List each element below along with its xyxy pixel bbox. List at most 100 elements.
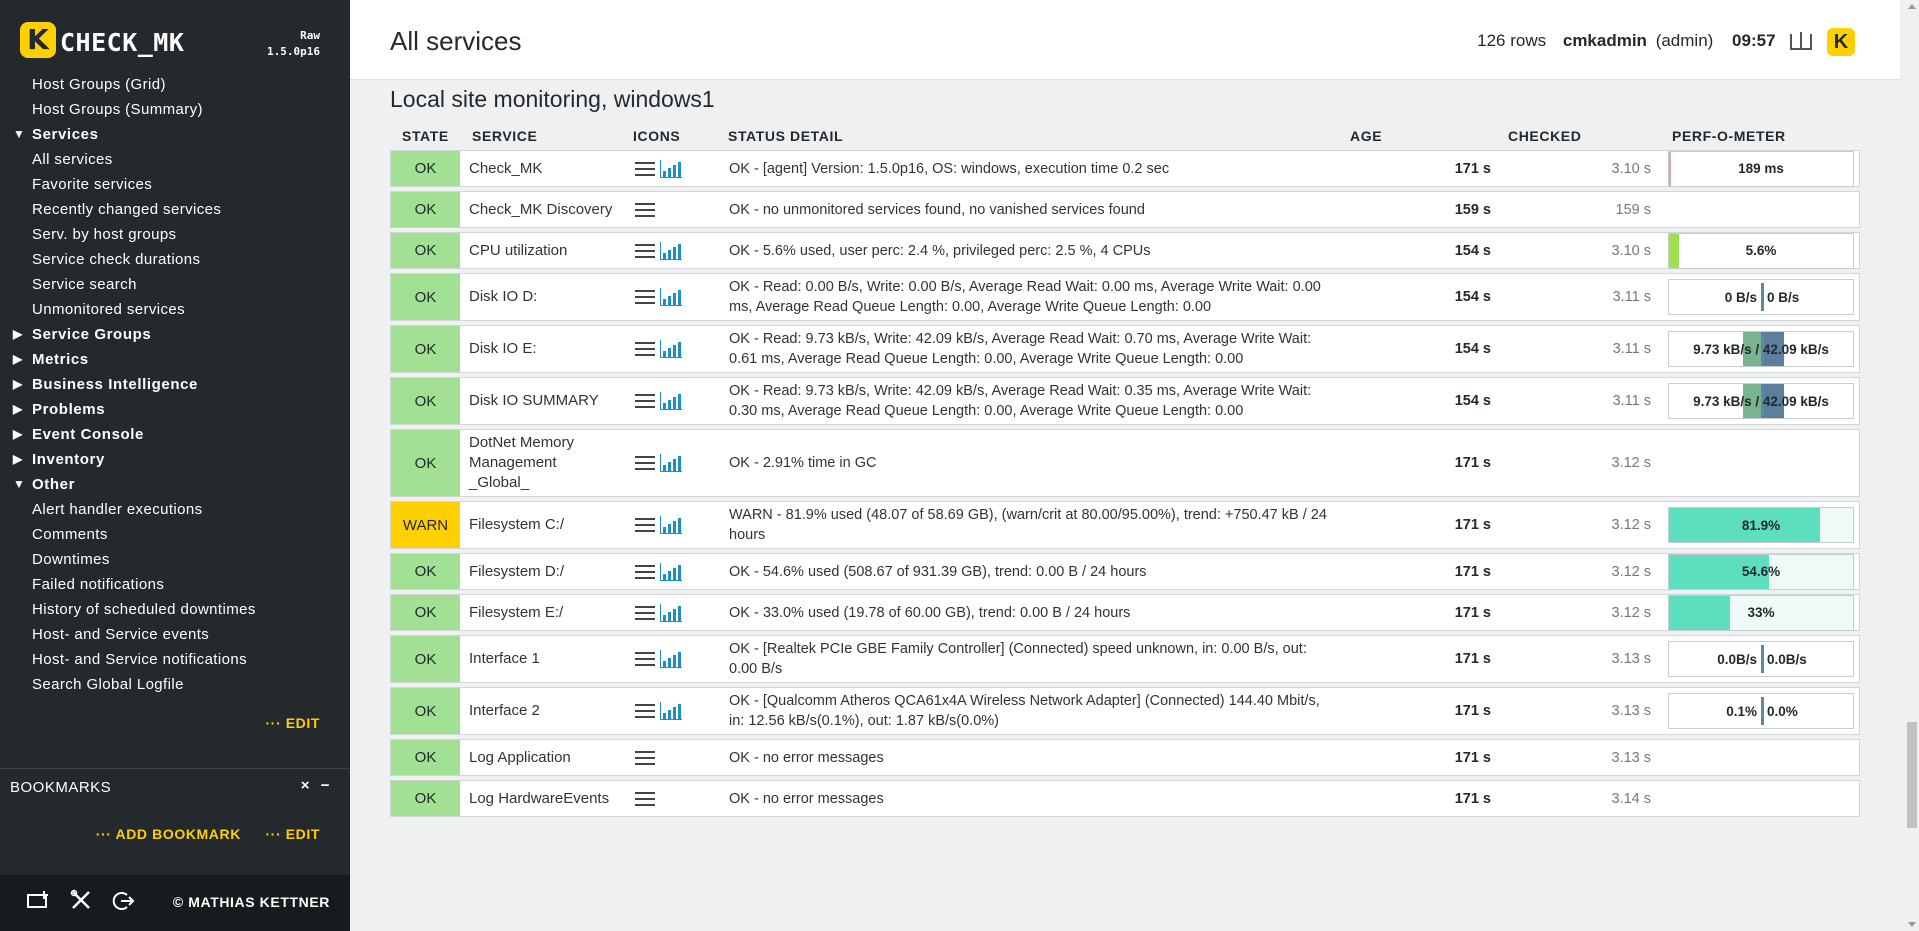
scroll-thumb[interactable] [1907, 722, 1917, 828]
sidebar-section[interactable]: ▶ Service Groups [0, 322, 350, 347]
menu-icon[interactable] [635, 161, 655, 176]
copyright[interactable]: © MATHIAS KETTNER [173, 894, 330, 910]
menu-icon[interactable] [635, 791, 655, 806]
service-name-link[interactable]: Check_MK Discovery [469, 192, 619, 227]
checkmk-logo-icon[interactable]: K [20, 22, 56, 58]
triangle-right-icon[interactable]: ▶ [13, 347, 23, 372]
perf-o-meter[interactable]: 9.73 kB/s / 42.09 kB/s [1668, 383, 1854, 419]
sidebar-item[interactable]: Serv. by host groups [0, 222, 350, 247]
perf-o-meter[interactable]: 33% [1668, 594, 1854, 631]
sidebar-section-label[interactable]: Services [32, 126, 99, 143]
graph-icon[interactable] [660, 516, 682, 534]
state-badge[interactable]: OK [391, 740, 460, 775]
menu-icon[interactable] [635, 652, 655, 666]
col-perfometer[interactable]: PERF-O-METER [1672, 128, 1786, 144]
menu-icon[interactable] [635, 605, 655, 620]
sidebar-section[interactable]: ▼ Other [0, 472, 350, 497]
sidebar-item[interactable]: Unmonitored services [0, 297, 350, 322]
state-badge[interactable]: OK [391, 781, 460, 816]
triangle-right-icon[interactable]: ▶ [13, 447, 23, 472]
menu-icon[interactable] [635, 456, 655, 470]
graph-icon[interactable] [660, 241, 682, 260]
graph-icon[interactable] [660, 340, 682, 358]
triangle-right-icon[interactable]: ▶ [13, 422, 23, 447]
col-age[interactable]: AGE [1350, 128, 1382, 144]
menu-icon[interactable] [635, 704, 655, 718]
bookmarks-edit-button[interactable]: ··· EDIT [265, 826, 320, 842]
graph-icon[interactable] [660, 650, 682, 668]
perf-o-meter[interactable]: 0 B/s 0 B/s [1668, 279, 1854, 315]
service-name-link[interactable]: Log HardwareEvents [469, 781, 619, 816]
minimize-icon[interactable]: − [321, 777, 330, 794]
col-checked[interactable]: CHECKED [1508, 128, 1581, 144]
sidebar-item[interactable]: All services [0, 147, 350, 172]
col-service[interactable]: SERVICE [472, 128, 537, 144]
sidebar-item[interactable]: Host- and Service events [0, 622, 350, 647]
sidebar-item[interactable]: Favorite services [0, 172, 350, 197]
scroll-up-arrow[interactable] [1908, 4, 1916, 9]
triangle-down-icon[interactable]: ▼ [13, 472, 25, 497]
state-badge[interactable]: OK [391, 688, 460, 734]
add-bookmark-button[interactable]: ··· ADD BOOKMARK [96, 826, 241, 842]
service-name-link[interactable]: DotNet Memory Management _Global_ [469, 430, 619, 496]
sidebar-section[interactable]: ▶ Metrics [0, 347, 350, 372]
perf-o-meter[interactable]: 81.9% [1668, 507, 1854, 543]
perf-o-meter[interactable]: 189 ms [1668, 150, 1854, 187]
state-badge[interactable]: OK [391, 636, 460, 682]
sidebar-section-label[interactable]: Service Groups [32, 326, 151, 343]
state-badge[interactable]: OK [391, 430, 460, 496]
service-name-link[interactable]: Log Application [469, 740, 619, 775]
menu-icon[interactable] [635, 290, 655, 304]
settings-tools-icon[interactable] [66, 889, 96, 919]
service-name-link[interactable]: Disk IO E: [469, 326, 619, 372]
sidebar-item[interactable]: Comments [0, 522, 350, 547]
sidebar-section[interactable]: ▶ Inventory [0, 447, 350, 472]
sidebar-item[interactable]: History of scheduled downtimes [0, 597, 350, 622]
service-name-link[interactable]: Filesystem C:/ [469, 502, 619, 548]
book-icon[interactable] [1790, 32, 1813, 50]
sidebar-section[interactable]: ▼ Services [0, 122, 350, 147]
menu-icon[interactable] [635, 243, 655, 258]
graph-icon[interactable] [660, 159, 682, 178]
sidebar-item[interactable]: Failed notifications [0, 572, 350, 597]
service-name-link[interactable]: Interface 1 [469, 636, 619, 682]
col-status-detail[interactable]: STATUS DETAIL [728, 128, 843, 144]
menu-icon[interactable] [635, 394, 655, 408]
sidebar-section[interactable]: ▶ Event Console [0, 422, 350, 447]
sidebar-item[interactable]: Host Groups (Summary) [0, 97, 350, 122]
brand-name[interactable]: CHECK_MK [60, 28, 184, 57]
state-badge[interactable]: OK [391, 595, 460, 630]
graph-icon[interactable] [660, 288, 682, 306]
service-name-link[interactable]: Interface 2 [469, 688, 619, 734]
triangle-right-icon[interactable]: ▶ [13, 322, 23, 347]
col-state[interactable]: STATE [402, 128, 449, 144]
sidebar-section-label[interactable]: Inventory [32, 451, 105, 468]
sidebar-section-label[interactable]: Other [32, 476, 75, 493]
close-icon[interactable]: × [301, 777, 310, 794]
sidebar-item[interactable]: Host- and Service notifications [0, 647, 350, 672]
menu-icon[interactable] [635, 342, 655, 356]
sidebar-item[interactable]: Search Global Logfile [0, 672, 350, 697]
graph-icon[interactable] [660, 454, 682, 472]
sidebar-section-label[interactable]: Metrics [32, 351, 89, 368]
perf-o-meter[interactable]: 9.73 kB/s / 42.09 kB/s [1668, 331, 1854, 367]
perf-o-meter[interactable]: 0.0B/s 0.0B/s [1668, 641, 1854, 677]
sidebar-section-label[interactable]: Event Console [32, 426, 144, 443]
col-icons[interactable]: ICONS [633, 128, 680, 144]
state-badge[interactable]: OK [391, 151, 460, 186]
menu-icon[interactable] [635, 518, 655, 532]
triangle-down-icon[interactable]: ▼ [13, 122, 25, 147]
service-name-link[interactable]: Filesystem E:/ [469, 595, 619, 630]
sidebar-item[interactable]: Alert handler executions [0, 497, 350, 522]
perf-o-meter[interactable]: 54.6% [1668, 553, 1854, 590]
service-name-link[interactable]: Filesystem D:/ [469, 554, 619, 589]
perf-o-meter[interactable]: 0.1% 0.0% [1668, 693, 1854, 729]
perf-o-meter[interactable]: 5.6% [1668, 232, 1854, 269]
sidebar-item[interactable]: Service check durations [0, 247, 350, 272]
graph-icon[interactable] [660, 702, 682, 720]
state-badge[interactable]: OK [391, 233, 460, 268]
menu-icon[interactable] [635, 750, 655, 765]
state-badge[interactable]: OK [391, 554, 460, 589]
sidebar-item[interactable]: Host Groups (Grid) [0, 72, 350, 97]
menu-icon[interactable] [635, 202, 655, 217]
